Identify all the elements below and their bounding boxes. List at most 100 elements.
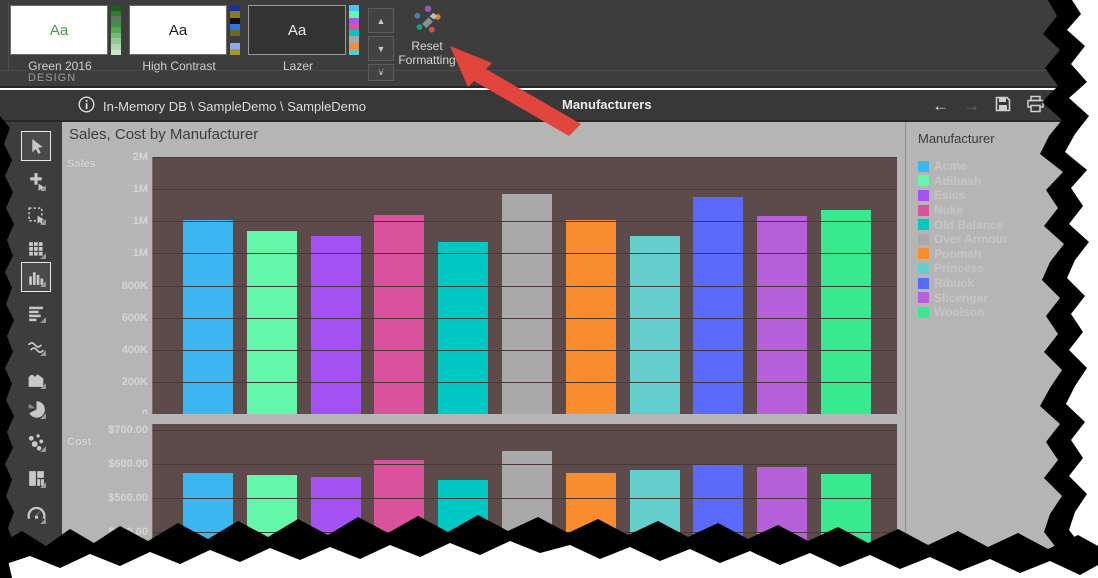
- theme-palette-strip: [349, 5, 359, 55]
- expand-icon[interactable]: ›: [1082, 97, 1088, 114]
- legend-item-princess: Princess: [918, 261, 1008, 276]
- pointer-tool-icon: [26, 136, 47, 157]
- legend-item-poomah: Poomah: [918, 247, 1008, 262]
- cost-gridline: [153, 532, 897, 533]
- sales-bar-woolson: [821, 210, 871, 414]
- legend-label: Esics: [934, 188, 965, 202]
- titlebar-actions: ← → ? ›: [932, 90, 1088, 120]
- palette-swatch: [349, 49, 359, 55]
- gallery-scroll-down-button[interactable]: ▼: [368, 36, 394, 61]
- legend-swatch: [918, 161, 929, 172]
- theme-option-lazer[interactable]: AaLazer: [248, 5, 359, 73]
- sales-tick-label: 800K: [90, 280, 148, 292]
- pivot-item-tool[interactable]: [21, 234, 51, 264]
- palette-swatch: [230, 49, 240, 55]
- breadcrumb-text: In-Memory DB \ SampleDemo \ SampleDemo: [103, 99, 366, 114]
- treemap-item-tool[interactable]: [21, 463, 51, 493]
- legend-item-nuke: Nuke: [918, 203, 1008, 218]
- cost-bar-princess: [630, 470, 680, 578]
- info-icon: [78, 96, 95, 116]
- gallery-scroll-up-button[interactable]: ▲: [368, 8, 394, 33]
- gauge-item-tool-icon: [26, 504, 47, 525]
- cost-gridline: [153, 464, 897, 465]
- legend-item-woolson: Woolson: [918, 305, 1008, 320]
- breadcrumb: In-Memory DB \ SampleDemo \ SampleDemo: [78, 96, 366, 116]
- theme-card[interactable]: Aa: [248, 5, 346, 55]
- treemap-item-tool-icon: [26, 468, 47, 489]
- range-filter-item-tool[interactable]: [21, 364, 51, 394]
- map-item-tool-icon: [26, 540, 47, 561]
- cost-gridline: [153, 430, 897, 431]
- help-icon[interactable]: ?: [1059, 98, 1068, 113]
- cost-gridline: [153, 498, 897, 499]
- add-item-tool-icon: [26, 171, 47, 192]
- theme-option-high-contrast[interactable]: AaHigh Contrast: [129, 5, 240, 73]
- scatter-item-tool[interactable]: [21, 427, 51, 457]
- legend-swatch: [918, 175, 929, 186]
- print-icon[interactable]: [1026, 95, 1045, 116]
- theme-card[interactable]: Aa: [10, 5, 108, 55]
- sales-tick-label: 400K: [90, 344, 148, 356]
- theme-card[interactable]: Aa: [129, 5, 227, 55]
- sales-gridline: [153, 157, 897, 158]
- legend-label: Poomah: [934, 247, 981, 261]
- cost-bar-over-armour: [502, 451, 552, 578]
- legend-label: Woolson: [934, 305, 984, 319]
- add-item-tool[interactable]: [21, 166, 51, 196]
- cost-bar-adihash: [247, 475, 297, 578]
- rectangle-select-tool[interactable]: [21, 200, 51, 230]
- pie-item-tool[interactable]: [21, 394, 51, 424]
- legend-label: Acme: [934, 159, 967, 173]
- sales-gridline: [153, 286, 897, 287]
- cost-bar-esics: [311, 477, 361, 578]
- cost-bar-nuke: [374, 460, 424, 578]
- sales-bar-esics: [311, 236, 361, 414]
- rectangle-select-tool-icon: [26, 205, 47, 226]
- theme-option-green-2016[interactable]: AaGreen 2016: [10, 5, 121, 73]
- undo-icon[interactable]: ←: [932, 97, 949, 114]
- ribbon-tab-design[interactable]: DESIGN: [28, 72, 76, 84]
- range-filter-item-tool-icon: [26, 369, 47, 390]
- sales-bar-adihash: [247, 231, 297, 414]
- map-item-tool[interactable]: [21, 535, 51, 565]
- cost-plot-area: [152, 424, 897, 578]
- chart-item-tool[interactable]: [21, 262, 51, 292]
- cost-tick-label: $700.00: [90, 424, 148, 436]
- sparkline-item-tool[interactable]: [21, 331, 51, 361]
- sales-tick-label: 600K: [90, 312, 148, 324]
- cost-bar-ribuck: [693, 464, 743, 578]
- legend-items: AcmeAdihashEsicsNukeOld BalanceOver Armo…: [918, 159, 1008, 320]
- legend-label: Slicenger: [934, 291, 988, 305]
- legend-item-adihash: Adihash: [918, 174, 1008, 189]
- legend-label: Adihash: [934, 174, 981, 188]
- app-window: AaGreen 2016AaHigh ContrastAaLazer ▲ ▼ ∨…: [0, 0, 1098, 578]
- theme-card-row: Aa: [10, 5, 121, 55]
- sales-gridline: [153, 382, 897, 383]
- cost-pane-label: Cost: [67, 436, 91, 448]
- sales-gridline: [153, 318, 897, 319]
- sales-bar-old-balance: [438, 242, 488, 414]
- chart-legend: Manufacturer AcmeAdihashEsicsNukeOld Bal…: [905, 122, 1098, 578]
- pointer-tool[interactable]: [21, 131, 51, 161]
- grid-item-tool[interactable]: [21, 298, 51, 328]
- cost-bars: [153, 424, 897, 578]
- chart-title: Sales, Cost by Manufacturer: [69, 126, 258, 143]
- pie-item-tool-icon: [26, 399, 47, 420]
- save-icon[interactable]: [994, 95, 1012, 116]
- gallery-dropdown-button[interactable]: ∨: [368, 64, 394, 81]
- toolbox: [0, 122, 62, 578]
- redo-icon: →: [963, 97, 980, 114]
- theme-gallery: AaGreen 2016AaHigh ContrastAaLazer: [10, 5, 359, 73]
- dashboard-title: Manufacturers: [562, 97, 652, 112]
- legend-item-ribuck: Ribuck: [918, 276, 1008, 291]
- legend-item-old-balance: Old Balance: [918, 217, 1008, 232]
- chart-item[interactable]: Sales, Cost by Manufacturer Sales 2M1M1M…: [62, 122, 905, 578]
- cost-bar-poomah: [566, 473, 616, 578]
- gauge-item-tool[interactable]: [21, 499, 51, 529]
- legend-item-esics: Esics: [918, 188, 1008, 203]
- legend-swatch: [918, 219, 929, 230]
- legend-item-over-armour: Over Armour: [918, 232, 1008, 247]
- title-bar: In-Memory DB \ SampleDemo \ SampleDemo M…: [0, 90, 1098, 122]
- gallery-scroll: ▲ ▼ ∨: [368, 8, 394, 84]
- cost-tick-label: $600.00: [90, 458, 148, 470]
